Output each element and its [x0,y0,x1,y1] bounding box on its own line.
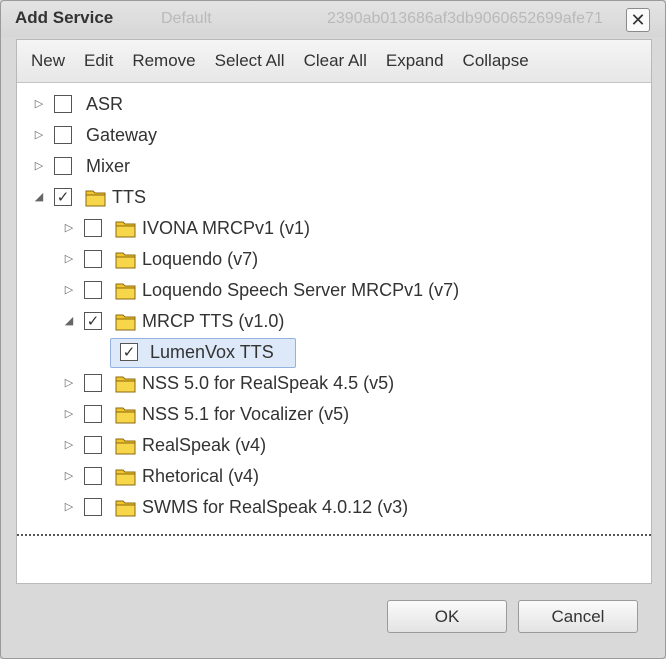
background-text-id: 2390ab013686af3db9060652699afe71 [327,10,603,27]
check-icon: ✓ [56,188,70,206]
tree-node-label[interactable]: NSS 5.1 for Vocalizer (v5) [142,404,349,425]
folder-icon [114,248,138,270]
check-icon: ✓ [122,343,136,361]
tree-node-label[interactable]: IVONA MRCPv1 (v1) [142,218,310,239]
tree-row[interactable]: ▷ RealSpeak (v4) [17,431,651,459]
background-text-default: Default [161,10,212,27]
clear-all-button[interactable]: Clear All [296,47,375,75]
service-tree-panel: New Edit Remove Select All Clear All Exp… [16,39,652,584]
tree-node-label[interactable]: RealSpeak (v4) [142,435,266,456]
tree-row[interactable]: ▷ NSS 5.1 for Vocalizer (v5) [17,400,651,428]
tree-row[interactable]: ▷ SWMS for RealSpeak 4.0.12 (v3) [17,493,651,521]
tree-row[interactable]: ▷ Loquendo (v7) [17,245,651,273]
collapsed-arrow-icon[interactable]: ▷ [63,283,75,297]
tree-node-label[interactable]: MRCP TTS (v1.0) [142,311,284,332]
add-service-dialog: Add Service Default 2390ab013686af3db906… [0,0,666,659]
tree-node-label[interactable]: Rhetorical (v4) [142,466,259,487]
close-button[interactable]: ✕ [626,8,650,32]
remove-button[interactable]: Remove [124,47,203,75]
folder-icon [114,465,138,487]
tree-checkbox[interactable]: ✓ [84,312,102,330]
close-icon: ✕ [630,10,646,30]
folder-icon [114,372,138,394]
tree-checkbox[interactable]: ✓ [54,188,72,206]
tree-row[interactable]: ▷ ASR [17,90,651,118]
tree-checkbox[interactable] [84,436,102,454]
tree-checkbox[interactable] [84,498,102,516]
edit-button[interactable]: Edit [76,47,121,75]
tree-checkbox[interactable] [84,467,102,485]
tree-row[interactable]: ◢ ✓ TTS [17,183,651,211]
new-button[interactable]: New [23,47,73,75]
tree-node-label[interactable]: Mixer [86,156,130,177]
tree-node-label[interactable]: TTS [112,187,146,208]
collapsed-arrow-icon[interactable]: ▷ [33,128,45,142]
tree-row[interactable]: ▷ Mixer [17,152,651,180]
collapse-button[interactable]: Collapse [455,47,537,75]
collapsed-arrow-icon[interactable]: ▷ [33,97,45,111]
tree-checkbox[interactable] [84,405,102,423]
tree-node-label[interactable]: NSS 5.0 for RealSpeak 4.5 (v5) [142,373,394,394]
tree-node-label[interactable]: SWMS for RealSpeak 4.0.12 (v3) [142,497,408,518]
tree-checkbox[interactable]: ✓ [120,343,138,361]
expanded-arrow-icon[interactable]: ◢ [63,314,75,328]
tree-row[interactable]: ▷ Loquendo Speech Server MRCPv1 (v7) [17,276,651,304]
collapsed-arrow-icon[interactable]: ▷ [63,376,75,390]
dialog-title: Add Service [15,8,114,27]
folder-icon [114,434,138,456]
folder-icon [114,496,138,518]
expanded-arrow-icon[interactable]: ◢ [33,190,45,204]
tree-node-label[interactable]: ASR [86,94,123,115]
folder-icon [114,310,138,332]
tree-checkbox[interactable] [54,95,72,113]
tree-row[interactable]: ▷ Rhetorical (v4) [17,462,651,490]
folder-icon [114,279,138,301]
dialog-titlebar[interactable]: Add Service Default 2390ab013686af3db906… [1,1,665,37]
collapsed-arrow-icon[interactable]: ▷ [63,500,75,514]
dotted-separator [17,534,651,536]
tree-node-label[interactable]: Loquendo Speech Server MRCPv1 (v7) [142,280,459,301]
collapsed-arrow-icon[interactable]: ▷ [63,252,75,266]
collapsed-arrow-icon[interactable]: ▷ [33,159,45,173]
tree-toolbar: New Edit Remove Select All Clear All Exp… [17,40,651,83]
check-icon: ✓ [86,312,100,330]
tree-checkbox[interactable] [84,281,102,299]
collapsed-arrow-icon[interactable]: ▷ [63,469,75,483]
cancel-button[interactable]: Cancel [518,600,638,633]
tree-checkbox[interactable] [54,126,72,144]
tree-checkbox[interactable] [54,157,72,175]
tree-row[interactable]: ▷ NSS 5.0 for RealSpeak 4.5 (v5) [17,369,651,397]
expand-button[interactable]: Expand [378,47,452,75]
tree-node-label[interactable]: Loquendo (v7) [142,249,258,270]
folder-icon [114,217,138,239]
ok-button[interactable]: OK [387,600,507,633]
tree-checkbox[interactable] [84,250,102,268]
tree-row[interactable]: ✓ LumenVox TTS [17,338,651,368]
tree-row[interactable]: ▷ IVONA MRCPv1 (v1) [17,214,651,242]
collapsed-arrow-icon[interactable]: ▷ [63,221,75,235]
tree-row[interactable]: ◢ ✓ MRCP TTS (v1.0) [17,307,651,335]
tree-checkbox[interactable] [84,219,102,237]
collapsed-arrow-icon[interactable]: ▷ [63,407,75,421]
collapsed-arrow-icon[interactable]: ▷ [63,438,75,452]
tree-node-label[interactable]: LumenVox TTS [150,342,274,363]
folder-icon [84,186,108,208]
tree-checkbox[interactable] [84,374,102,392]
folder-icon [114,403,138,425]
select-all-button[interactable]: Select All [207,47,293,75]
tree-row[interactable]: ▷ Gateway [17,121,651,149]
tree-node-label[interactable]: Gateway [86,125,157,146]
